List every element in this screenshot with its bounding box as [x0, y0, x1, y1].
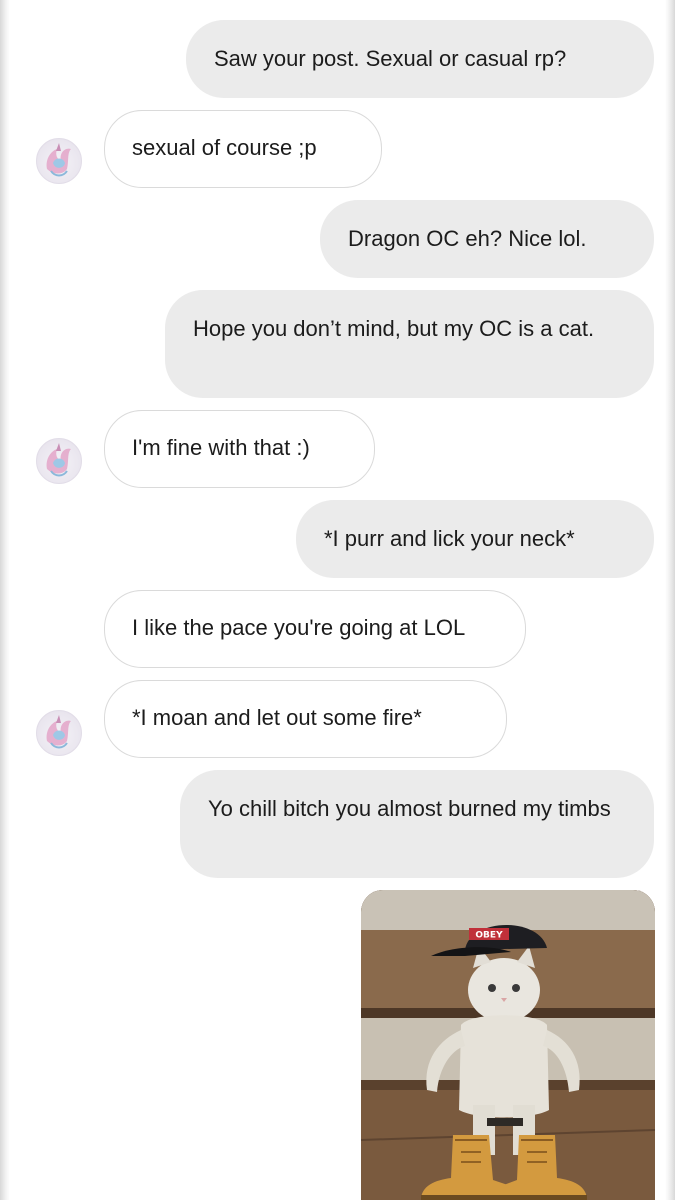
message-text: *I moan and let out some fire*: [132, 705, 422, 730]
message-outgoing[interactable]: Yo chill bitch you almost burned my timb…: [180, 770, 654, 878]
message-text: Hope you don’t mind, but my OC is a cat.: [193, 316, 595, 341]
message-text: sexual of course ;p: [132, 135, 317, 160]
message-incoming[interactable]: sexual of course ;p: [104, 110, 382, 188]
message-incoming[interactable]: I'm fine with that :): [104, 410, 375, 488]
cat-in-cap-and-boots-image: OBEY: [361, 890, 655, 1200]
left-edge-shadow: [0, 0, 10, 1200]
message-text: *I purr and lick your neck*: [324, 526, 575, 551]
message-text: Dragon OC eh? Nice lol.: [348, 226, 587, 251]
right-edge-shadow: [665, 0, 675, 1200]
message-text: Yo chill bitch you almost burned my timb…: [208, 796, 611, 821]
message-incoming[interactable]: I like the pace you're going at LOL: [104, 590, 526, 668]
dragon-avatar-icon[interactable]: [36, 710, 82, 756]
message-outgoing[interactable]: *I purr and lick your neck*: [296, 500, 654, 578]
message-outgoing[interactable]: Hope you don’t mind, but my OC is a cat.: [165, 290, 654, 398]
cap-logo-text: OBEY: [475, 931, 503, 941]
dragon-avatar-icon[interactable]: [36, 138, 82, 184]
message-outgoing[interactable]: Saw your post. Sexual or casual rp?: [186, 20, 654, 98]
message-text: I like the pace you're going at LOL: [132, 615, 466, 640]
dragon-avatar-icon[interactable]: [36, 438, 82, 484]
photo-attachment[interactable]: OBEY: [361, 890, 655, 1200]
message-text: Saw your post. Sexual or casual rp?: [214, 46, 567, 71]
message-incoming[interactable]: *I moan and let out some fire*: [104, 680, 507, 758]
message-outgoing[interactable]: Dragon OC eh? Nice lol.: [320, 200, 654, 278]
message-text: I'm fine with that :): [132, 435, 310, 460]
